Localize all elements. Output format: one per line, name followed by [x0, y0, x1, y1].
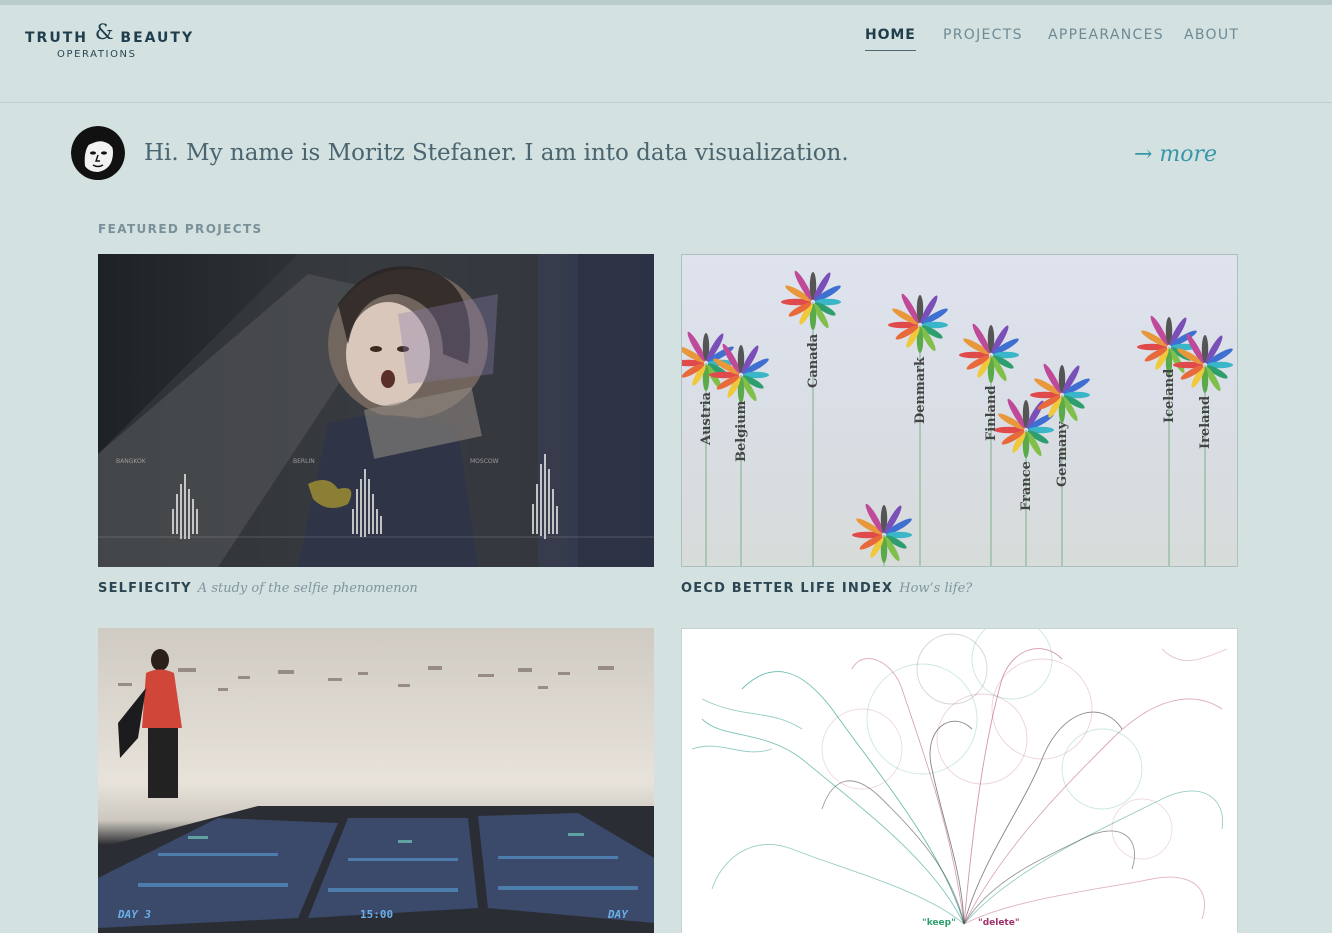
project-thumbnail-oecd[interactable]: Austria Belgium Canada Denmark Finland F… [681, 254, 1238, 567]
intro-text: Hi. My name is Moritz Stefaner. I am int… [144, 140, 849, 166]
city-label-berlin: BERLIN [293, 458, 315, 465]
logo-word-truth: TRUTH [25, 30, 88, 46]
country-label-france: France [1019, 461, 1034, 511]
country-label-iceland: Iceland [1162, 369, 1177, 423]
logo-subtitle: OPERATIONS [57, 49, 137, 60]
country-label-germany: Germany [1055, 421, 1070, 487]
logo-word-beauty: BEAUTY [120, 30, 195, 46]
nav-about[interactable]: ABOUT [1184, 27, 1239, 43]
site-header: TRUTH & BEAUTY OPERATIONS HOME PROJECTS … [0, 5, 1332, 103]
nav-projects[interactable]: PROJECTS [943, 27, 1023, 43]
site-logo[interactable]: TRUTH & BEAUTY OPERATIONS [25, 19, 195, 69]
installation-label-time: 15:00 [360, 908, 393, 921]
more-link[interactable]: → more [1134, 142, 1217, 167]
avatar [71, 126, 125, 180]
country-label-belgium: Belgium [734, 400, 749, 462]
project-subtitle: A study of the selfie phenomenon [197, 581, 418, 596]
nav-home[interactable]: HOME [865, 27, 916, 51]
city-label-moscow: MOSCOW [470, 458, 499, 465]
installation-label-day-2: DAY [607, 908, 629, 921]
project-thumbnail-selfiecity[interactable]: BANGKOK BERLIN MOSCOW [98, 254, 654, 567]
nav-appearances[interactable]: APPEARANCES [1048, 27, 1164, 43]
project-caption-oecd[interactable]: OECD BETTER LIFE INDEX How’s life? [681, 579, 972, 597]
project-title: SELFIECITY [98, 581, 192, 596]
country-label-canada: Canada [806, 333, 821, 388]
country-label-ireland: Ireland [1198, 396, 1213, 449]
section-label-featured: FEATURED PROJECTS [98, 222, 263, 236]
installation-label-day: DAY 3 [117, 908, 151, 921]
city-label-bangkok: BANGKOK [116, 458, 147, 465]
logo-ampersand: & [94, 20, 114, 44]
project-thumbnail-keep-delete[interactable]: "keep" "delete" [681, 628, 1238, 933]
logo-wordmark: TRUTH & BEAUTY [25, 20, 195, 47]
project-subtitle: How’s life? [899, 581, 973, 596]
label-keep: "keep" [922, 918, 956, 928]
country-label-finland: Finland [984, 385, 999, 441]
project-caption-selfiecity[interactable]: SELFIECITY A study of the selfie phenomen… [98, 579, 418, 597]
country-label-denmark: Denmark [913, 356, 928, 424]
project-thumbnail-installation[interactable]: DAY 3 15:00 DAY [98, 628, 654, 933]
label-delete: "delete" [978, 918, 1020, 928]
country-label-austria: Austria [699, 391, 714, 446]
project-title: OECD BETTER LIFE INDEX [681, 581, 894, 596]
